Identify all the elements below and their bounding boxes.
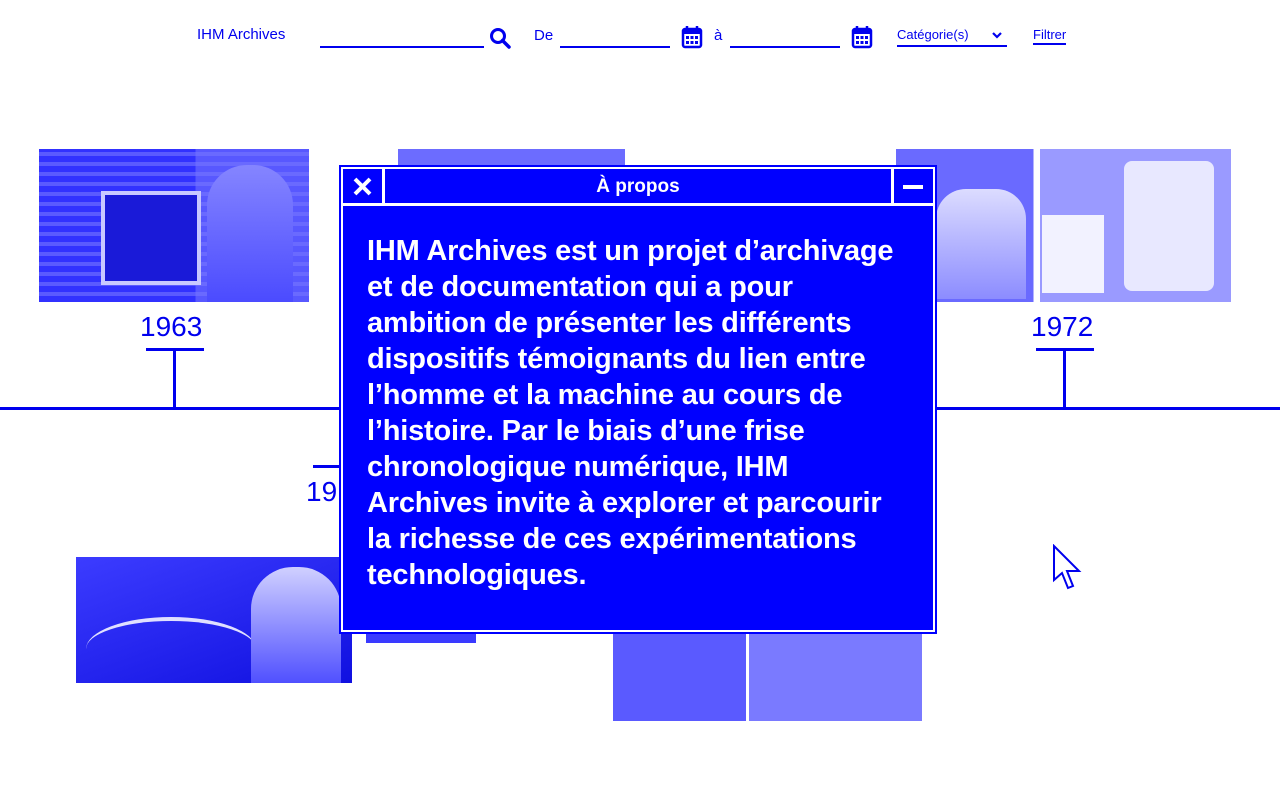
mouse-pointer-icon <box>1052 543 1086 594</box>
date-to-input[interactable] <box>730 28 840 48</box>
search-input[interactable] <box>320 28 484 48</box>
modal-title: À propos <box>596 176 680 197</box>
calendar-icon[interactable] <box>851 25 873 49</box>
year-label-1963[interactable]: 1963 <box>140 311 202 343</box>
year-overline <box>313 465 343 468</box>
photo-detail-panel <box>1124 161 1214 291</box>
close-icon[interactable] <box>343 169 385 203</box>
date-from-label: De <box>534 27 554 44</box>
category-select[interactable]: Catégorie(s) <box>897 27 1007 47</box>
filter-button[interactable]: Filtrer <box>1033 27 1067 45</box>
timeline-photo-partial-lower[interactable] <box>366 632 476 643</box>
minimize-icon[interactable] <box>891 169 933 203</box>
timeline-connector <box>173 348 176 408</box>
modal-body-text: IHM Archives est un projet d’archivage e… <box>367 235 894 591</box>
year-label-partial[interactable]: 19 <box>306 476 337 508</box>
timeline-photo-1972[interactable] <box>896 149 1231 302</box>
about-modal: À propos IHM Archives est un projet d’ar… <box>339 165 937 634</box>
timeline-photo-partial[interactable] <box>398 149 625 165</box>
photo-detail-sign <box>1042 215 1104 293</box>
photo-detail-person <box>251 567 341 683</box>
timeline-photo-1963[interactable] <box>39 149 309 302</box>
calendar-icon[interactable] <box>681 25 703 49</box>
timeline-connector <box>1063 348 1066 408</box>
modal-header: À propos <box>343 169 933 206</box>
site-title[interactable]: IHM Archives <box>197 26 285 43</box>
category-select-label: Catégorie(s) <box>897 27 969 42</box>
search-icon[interactable] <box>488 26 512 50</box>
chevron-down-icon <box>991 29 1003 44</box>
timeline-photo-lower-right[interactable] <box>613 632 922 721</box>
photo-detail-wire <box>86 617 256 681</box>
photo-detail-screen <box>101 191 201 285</box>
photo-detail-people <box>936 189 1026 299</box>
date-from-input[interactable] <box>560 28 670 48</box>
photo-detail-person <box>207 165 293 302</box>
date-to-label: à <box>714 27 723 44</box>
timeline-photo-lower-left[interactable] <box>76 557 352 683</box>
year-label-1972[interactable]: 1972 <box>1031 311 1093 343</box>
